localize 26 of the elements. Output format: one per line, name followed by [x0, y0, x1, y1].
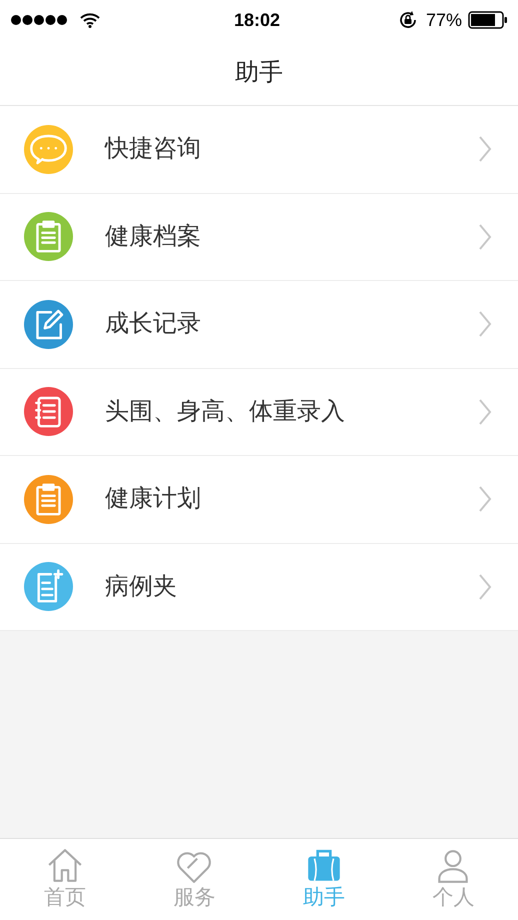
signal-icon: [10, 14, 68, 26]
chevron-right-icon: [478, 485, 492, 514]
chevron-right-icon: [478, 398, 492, 426]
status-time: 18:02: [234, 9, 280, 32]
battery-percent: 77%: [426, 8, 462, 32]
menu-label: 头围、身高、体重录入: [105, 396, 346, 427]
menu-item[interactable]: 成长记录: [0, 281, 518, 368]
menu-label: 成长记录: [105, 309, 202, 340]
menu-label: 健康计划: [105, 484, 202, 514]
menu-item[interactable]: 病例夹: [0, 544, 518, 631]
chevron-right-icon: [478, 572, 492, 601]
battery-icon: [468, 11, 508, 29]
home-icon: [46, 847, 84, 885]
menu-item[interactable]: 快捷咨询: [0, 106, 518, 194]
wifi-icon: [80, 12, 100, 28]
chevron-right-icon: [478, 310, 492, 338]
menu-item[interactable]: 头围、身高、体重录入: [0, 368, 518, 456]
page-title: 助手: [235, 58, 283, 88]
menu-item[interactable]: 健康计划: [0, 456, 518, 544]
rotation-lock-icon: [398, 10, 418, 30]
menu-label: 病例夹: [105, 572, 178, 602]
menu-label: 健康档案: [105, 222, 202, 252]
menu-item[interactable]: 健康档案: [0, 194, 518, 281]
chevron-right-icon: [478, 222, 492, 251]
chevron-right-icon: [478, 135, 492, 164]
menu-label: 快捷咨询: [105, 134, 202, 164]
